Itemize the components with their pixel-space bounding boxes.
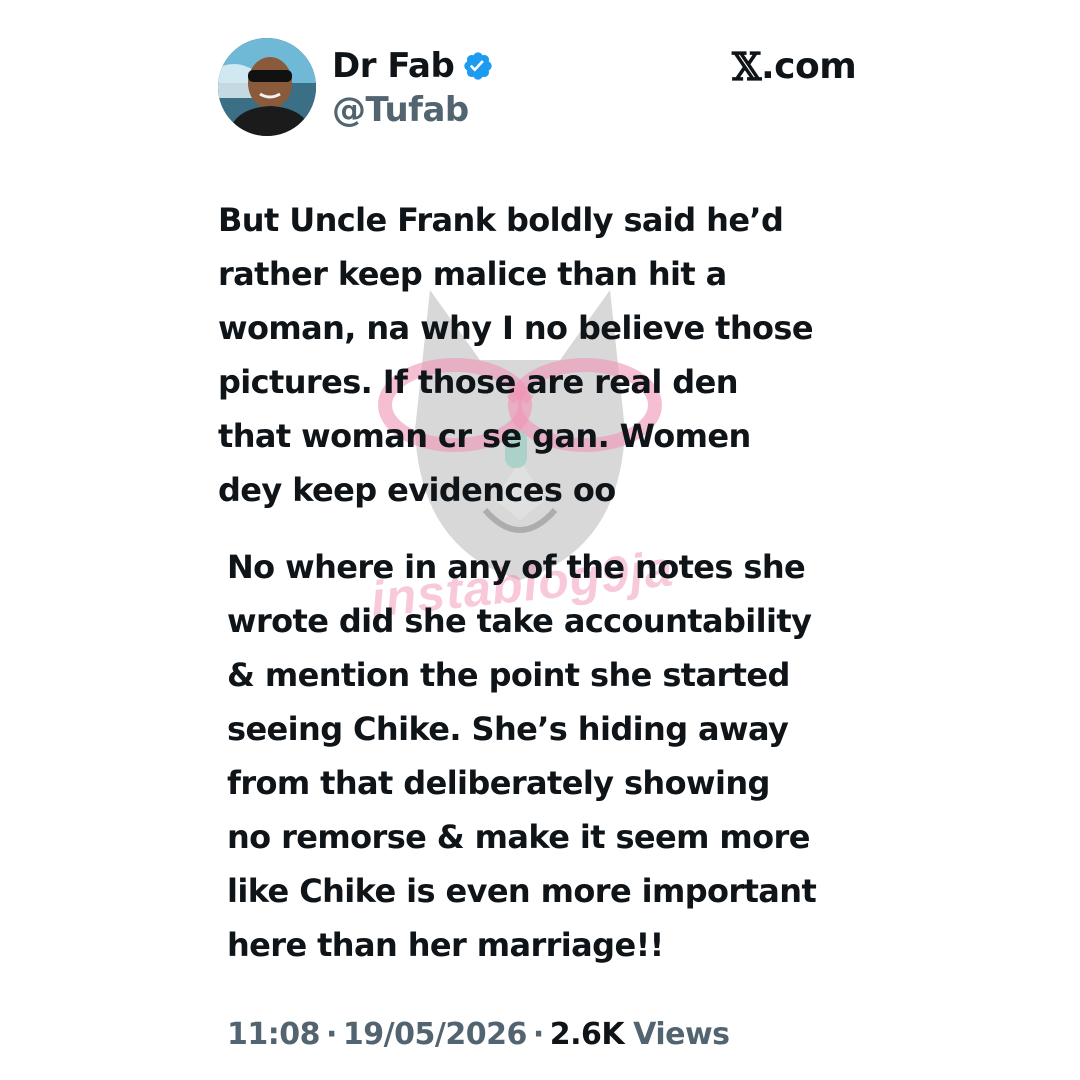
display-name[interactable]: Dr Fab [332,46,455,86]
tweet-meta: 11:08 · 19/05/2026 · 2.6K Views [227,1012,730,1056]
views-count: 2.6K [549,1016,625,1052]
author-name-row: Dr Fab [332,42,494,90]
x-logo-icon: 𝕏 [732,43,761,89]
meta-separator: · [326,1016,337,1052]
site-domain: .com [760,45,857,87]
meta-separator: · [532,1016,544,1052]
tweet-date[interactable]: 19/05/2026 [343,1017,527,1052]
tweet-text-paragraph-1: But Uncle Frank boldly said he’d rather … [218,201,814,509]
tweet-time[interactable]: 11:08 [227,1017,321,1052]
views-label: Views [633,1016,730,1052]
avatar[interactable] [218,38,316,136]
profile-photo-icon [218,38,316,136]
tweet-text-paragraph-2: No where in any of the notes she wrote d… [227,548,817,964]
user-handle[interactable]: @Tufab [332,90,469,130]
verified-badge-icon [462,50,494,82]
site-label: 𝕏 .com [732,42,857,90]
